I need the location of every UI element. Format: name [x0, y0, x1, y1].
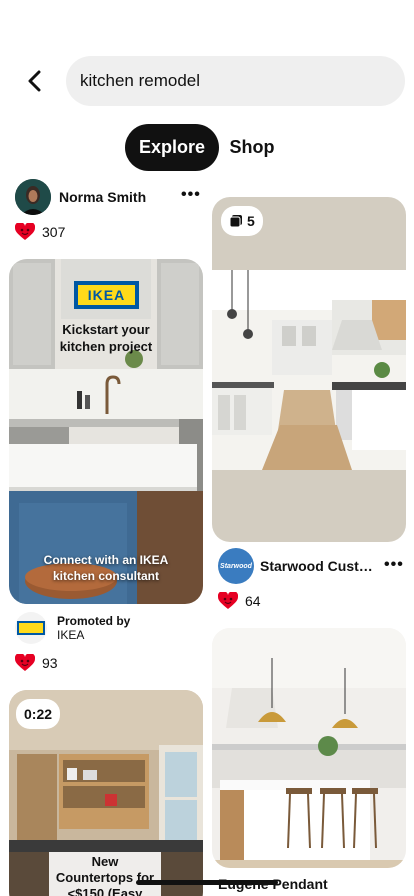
video-duration-badge: 0:22 [16, 699, 61, 729]
heart-reaction-icon [15, 223, 35, 240]
reaction-count: 64 [245, 593, 261, 609]
promoter-name: IKEA [57, 628, 85, 642]
tab-shop[interactable]: Shop [222, 124, 282, 171]
tab-explore[interactable]: Explore [125, 124, 219, 171]
avatar-logo-text: Starwood [220, 562, 252, 570]
pin-card-pendant[interactable] [212, 628, 406, 868]
stack-icon [229, 215, 242, 228]
pin-card-starwood[interactable]: 5 [212, 197, 406, 542]
chevron-left-icon [28, 70, 41, 92]
pin-author-row[interactable]: Starwood Starwood Custo... [218, 548, 378, 584]
avatar [15, 179, 51, 215]
image-count: 5 [247, 213, 255, 229]
more-options-button[interactable]: ••• [384, 556, 404, 574]
promoter-logo [15, 612, 47, 644]
heart-reaction-icon [15, 654, 35, 671]
ikea-headline: Kickstart your kitchen project [59, 322, 153, 354]
ikea-cta: Connect with an IKEA kitchen consultant [43, 553, 169, 583]
pin-author-name: Starwood Custo... [260, 558, 378, 574]
reaction-row: 307 [15, 222, 65, 242]
reaction-row: 93 [15, 653, 58, 673]
pin-card-video[interactable]: 0:22 New Countertops for <$150 (Easy DIY… [9, 690, 203, 896]
promoted-row[interactable]: Promoted by IKEA [15, 612, 131, 644]
kitchen-image [212, 270, 406, 470]
home-indicator[interactable] [136, 880, 278, 885]
more-options-button[interactable]: ••• [181, 186, 201, 204]
ikea-logo: IKEA [87, 287, 126, 303]
promoted-label: Promoted by [57, 614, 131, 628]
pin-author-name: Norma Smith [59, 189, 147, 205]
reaction-count: 93 [42, 655, 58, 671]
image-count-badge: 5 [221, 206, 263, 236]
back-button[interactable] [22, 68, 46, 94]
pin-author-row[interactable]: Norma Smith [15, 179, 146, 215]
pin-card-ikea[interactable]: IKEA Kickstart your kitchen project Conn… [9, 259, 203, 604]
avatar: Starwood [218, 548, 254, 584]
reaction-row: 64 [218, 591, 261, 611]
search-query: kitchen remodel [80, 71, 201, 90]
search-input[interactable]: kitchen remodel [66, 56, 405, 106]
reaction-count: 307 [42, 224, 66, 240]
kitchen-image [212, 628, 406, 868]
heart-reaction-icon [218, 592, 238, 609]
video-caption: New Countertops for <$150 (Easy DIY) [49, 852, 161, 896]
